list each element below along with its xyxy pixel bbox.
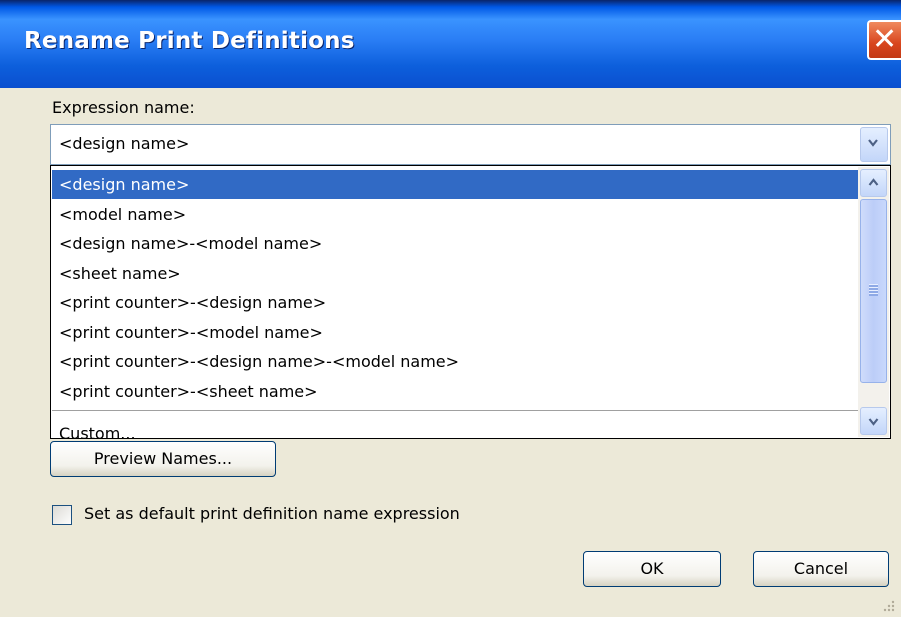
expression-name-label: Expression name: <box>52 98 195 117</box>
scroll-up-button[interactable] <box>860 169 887 197</box>
title-bar[interactable]: Rename Print Definitions ✕ <box>0 0 901 88</box>
close-button[interactable]: ✕ <box>867 20 901 60</box>
expression-dropdown-list[interactable]: <design name> <model name> <design name>… <box>50 165 891 439</box>
list-item[interactable]: <sheet name> <box>52 259 858 288</box>
default-expression-label: Set as default print definition name exp… <box>84 504 460 523</box>
close-icon: ✕ <box>872 22 898 57</box>
resize-grip-icon[interactable] <box>880 597 896 613</box>
preview-names-button[interactable]: Preview Names... <box>50 441 276 477</box>
scroll-down-button[interactable] <box>860 407 887 435</box>
list-item[interactable]: <print counter>-<design name> <box>52 288 858 317</box>
list-item[interactable]: <design name> <box>52 170 858 199</box>
scroll-thumb[interactable] <box>860 199 887 383</box>
list-separator <box>52 410 858 411</box>
list-item-custom[interactable]: Custom... <box>52 419 858 438</box>
dropdown-scrollbar[interactable] <box>858 167 889 437</box>
grip-icon <box>869 284 878 296</box>
list-item[interactable]: <design name>-<model name> <box>52 229 858 258</box>
list-item[interactable]: <model name> <box>52 200 858 229</box>
chevron-down-icon <box>868 139 878 147</box>
cancel-button[interactable]: Cancel <box>753 551 889 587</box>
chevron-up-icon <box>868 178 879 186</box>
dropdown-button[interactable] <box>860 127 888 162</box>
list-item[interactable]: <print counter>-<sheet name> <box>52 377 858 406</box>
expression-name-combobox[interactable]: <design name> <box>50 124 891 165</box>
default-expression-checkbox[interactable] <box>52 505 72 525</box>
ok-button[interactable]: OK <box>583 551 721 587</box>
list-item[interactable]: <print counter>-<design name>-<model nam… <box>52 347 858 376</box>
chevron-down-icon <box>868 418 879 426</box>
list-item[interactable]: <print counter>-<model name> <box>52 318 858 347</box>
expression-name-value: <design name> <box>59 134 190 153</box>
window-title: Rename Print Definitions <box>24 28 355 54</box>
